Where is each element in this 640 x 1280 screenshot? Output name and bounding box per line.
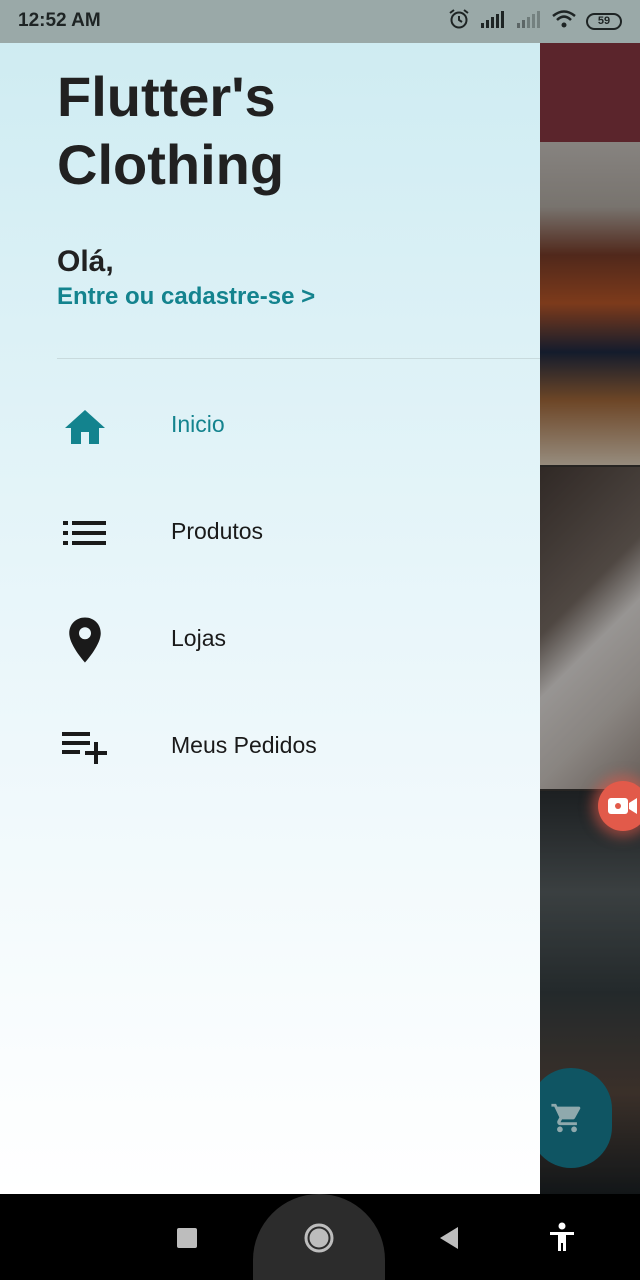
menu-item-produtos[interactable]: Produtos: [0, 492, 540, 572]
status-time: 12:52 AM: [18, 10, 101, 31]
video-record-icon[interactable]: [598, 781, 640, 831]
signal-weak-icon: [516, 10, 542, 33]
alarm-icon: [448, 8, 470, 35]
scrim[interactable]: [540, 43, 640, 1194]
background-app[interactable]: [540, 43, 640, 1194]
system-nav-bar: [0, 1194, 640, 1280]
status-icons: 59: [448, 8, 622, 34]
location-pin-icon: [58, 617, 112, 663]
menu-item-meus-pedidos[interactable]: Meus Pedidos: [0, 706, 540, 786]
drawer-divider: [57, 358, 540, 359]
brand-title: Flutter's Clothing: [57, 65, 285, 196]
signal-icon: [480, 10, 506, 33]
signin-link[interactable]: Entre ou cadastre-se >: [57, 283, 315, 311]
battery-level: 59: [597, 15, 611, 27]
menu-item-label: Lojas: [171, 625, 226, 651]
menu-item-inicio[interactable]: Inicio: [0, 385, 540, 465]
menu-item-label: Produtos: [171, 518, 264, 544]
menu-item-label: Meus Pedidos: [171, 732, 317, 758]
navigation-drawer: Flutter's Clothing Olá, Entre ou cadastr…: [0, 43, 540, 1194]
greeting-text: Olá,: [57, 245, 114, 278]
recent-apps-icon[interactable]: [170, 1221, 204, 1255]
accessibility-icon[interactable]: [544, 1218, 580, 1256]
home-button-icon[interactable]: [299, 1218, 339, 1258]
menu-item-lojas[interactable]: Lojas: [0, 599, 540, 679]
home-icon: [58, 403, 112, 449]
wifi-icon: [552, 9, 576, 33]
back-icon[interactable]: [432, 1221, 466, 1255]
shopping-cart-icon[interactable]: [540, 1068, 612, 1168]
playlist-add-icon: [58, 724, 112, 770]
battery-icon: 59: [586, 12, 622, 30]
status-bar: 12:52 AM 59: [0, 0, 640, 43]
list-icon: [58, 510, 112, 556]
menu-item-label: Inicio: [171, 411, 225, 437]
